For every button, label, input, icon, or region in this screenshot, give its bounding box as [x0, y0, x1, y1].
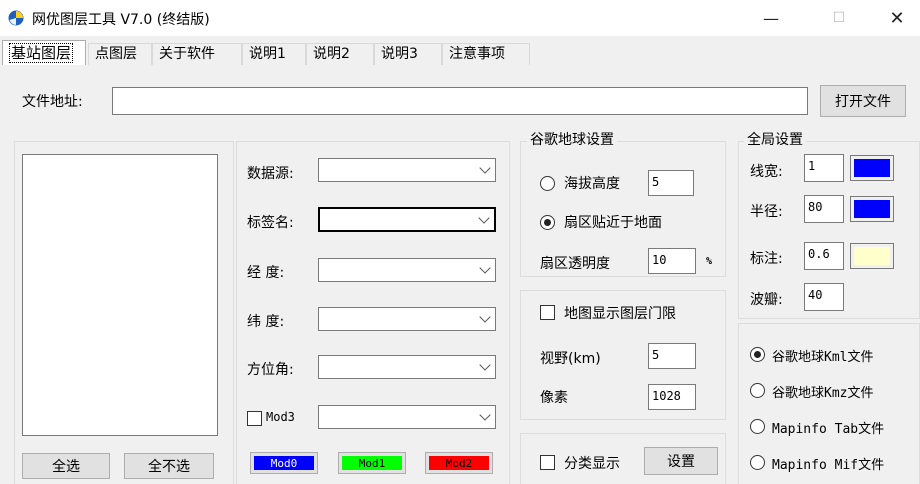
data-source-label: 数据源: [247, 166, 294, 182]
chevron-down-icon [479, 409, 491, 421]
chevron-down-icon [479, 262, 491, 274]
mod0-label: Mod0 [254, 456, 314, 470]
line-color-fill [854, 159, 890, 177]
near-ground-radio[interactable] [540, 215, 555, 230]
mod2-label: Mod2 [429, 456, 489, 470]
tab-point-layer[interactable]: 点图层 [88, 43, 152, 65]
file-path-input[interactable] [112, 87, 808, 115]
longitude-label: 经 度: [247, 265, 285, 281]
tab-bar: 基站图层 点图层 关于软件 说明1 说明2 说明3 注意事项 [0, 40, 920, 66]
tab-notes[interactable]: 注意事项 [442, 43, 530, 65]
opacity-input[interactable]: 10 [648, 248, 696, 274]
latitude-select[interactable] [318, 307, 496, 331]
mif-label: Mapinfo Mif文件 [772, 458, 885, 473]
azimuth-select[interactable] [318, 355, 496, 379]
mod2-color-button[interactable]: Mod2 [425, 452, 493, 474]
chevron-down-icon [479, 359, 491, 371]
kml-label: 谷歌地球Kml文件 [772, 350, 874, 365]
tag-name-label: 标签名: [247, 215, 294, 231]
select-none-button[interactable]: 全不选 [124, 453, 214, 479]
altitude-radio[interactable] [540, 176, 555, 191]
window-title: 网优图层工具 V7.0 (终结版) [32, 12, 210, 28]
near-ground-label: 扇区贴近于地面 [564, 215, 662, 231]
title-bar: 网优图层工具 V7.0 (终结版) — ☐ ✕ [0, 0, 920, 36]
chevron-down-icon [479, 311, 491, 323]
file-path-label: 文件地址: [22, 94, 83, 110]
opacity-unit: % [706, 256, 713, 267]
view-label: 视野(km) [540, 351, 601, 367]
app-logo-icon [8, 10, 24, 26]
global-settings-title: 全局设置 [744, 129, 806, 149]
google-earth-title: 谷歌地球设置 [527, 129, 617, 149]
tab-help-1[interactable]: 说明1 [242, 43, 306, 65]
map-limit-label: 地图显示图层门限 [564, 306, 676, 322]
mod1-color-button[interactable]: Mod1 [338, 452, 406, 474]
classify-settings-button[interactable]: 设置 [644, 447, 718, 475]
line-width-label: 线宽: [750, 164, 783, 180]
tab-label: 基站图层 [9, 43, 74, 63]
lobe-input[interactable]: 40 [804, 283, 844, 311]
classify-checkbox[interactable] [540, 455, 555, 470]
longitude-select[interactable] [318, 258, 496, 282]
line-width-input[interactable]: 1 [804, 154, 844, 182]
line-color-swatch[interactable] [850, 155, 894, 181]
tab-content: 文件地址: 打开文件 全选 全不选 数据源: 标签名: 经 度: 纬 度: 方位… [0, 65, 920, 484]
kmz-radio[interactable] [750, 383, 765, 398]
kml-radio[interactable] [750, 347, 765, 362]
classify-label: 分类显示 [564, 456, 620, 472]
view-input[interactable]: 5 [648, 343, 696, 369]
minimize-button[interactable]: — [748, 0, 794, 36]
radius-color-swatch[interactable] [850, 196, 894, 222]
mod3-label: Mod3 [266, 410, 295, 424]
kmz-label: 谷歌地球Kmz文件 [772, 386, 874, 401]
radius-color-fill [854, 200, 890, 218]
radius-input[interactable]: 80 [804, 195, 844, 223]
close-button[interactable]: ✕ [874, 0, 920, 36]
select-all-button[interactable]: 全选 [22, 453, 110, 479]
pixel-input[interactable]: 1028 [648, 384, 696, 410]
azimuth-label: 方位角: [247, 362, 294, 378]
chevron-down-icon [479, 162, 491, 174]
annotation-color-swatch[interactable] [850, 243, 894, 269]
tab-base-station[interactable]: 基站图层 [2, 40, 86, 66]
tab-about[interactable]: 关于软件 [152, 43, 242, 65]
altitude-label: 海拔高度 [564, 176, 620, 192]
tab-help-3[interactable]: 说明3 [374, 43, 442, 65]
tag-name-select[interactable] [318, 207, 496, 232]
altitude-input[interactable]: 5 [648, 170, 694, 196]
radius-label: 半径: [750, 204, 783, 220]
annotation-label: 标注: [750, 251, 783, 267]
annotation-color-fill [854, 247, 890, 265]
app-window: 网优图层工具 V7.0 (终结版) — ☐ ✕ 基站图层 点图层 关于软件 说明… [0, 0, 920, 484]
opacity-label: 扇区透明度 [540, 256, 610, 272]
tab-help-2[interactable]: 说明2 [306, 43, 374, 65]
chevron-down-icon [478, 212, 490, 224]
mif-radio[interactable] [750, 455, 765, 470]
tab-format-label: Mapinfo Tab文件 [772, 422, 885, 437]
pixel-label: 像素 [540, 390, 568, 406]
mod3-checkbox[interactable] [247, 411, 262, 426]
open-file-button[interactable]: 打开文件 [820, 85, 906, 117]
lobe-label: 波瓣: [750, 292, 783, 308]
layer-listbox[interactable] [22, 154, 218, 436]
latitude-label: 纬 度: [247, 314, 285, 330]
maximize-button[interactable]: ☐ [816, 0, 862, 36]
tab-radio[interactable] [750, 419, 765, 434]
mod1-label: Mod1 [342, 456, 402, 470]
annotation-input[interactable]: 0.6 [804, 242, 844, 270]
map-limit-checkbox[interactable] [540, 305, 555, 320]
mod3-select[interactable] [318, 405, 496, 429]
mod0-color-button[interactable]: Mod0 [250, 452, 318, 474]
data-source-select[interactable] [318, 158, 496, 182]
